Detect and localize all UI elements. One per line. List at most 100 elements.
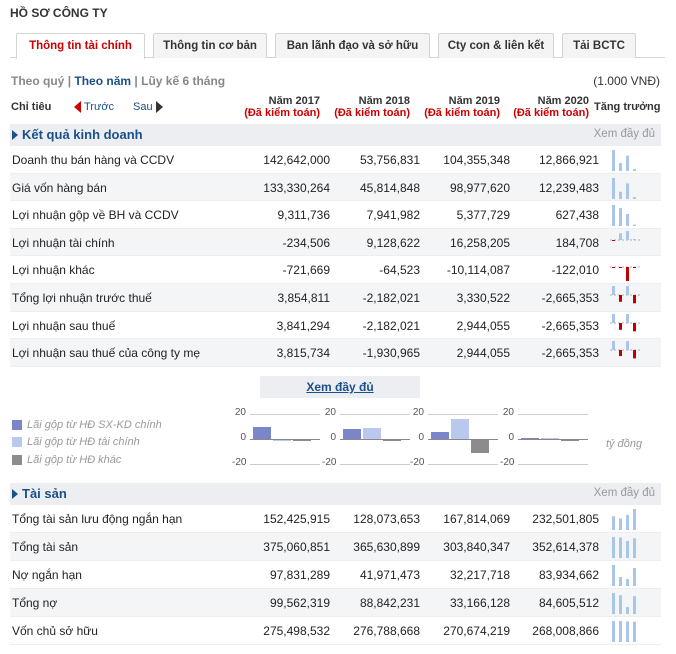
cell-value: 128,073,653: [353, 512, 420, 526]
sparkline-bar: [633, 169, 636, 171]
sparkline-bar: [633, 238, 636, 240]
page-title: HỒ SƠ CÔNG TY: [10, 6, 108, 20]
sparkline-bar: [612, 621, 615, 642]
legend-item: Lãi gộp từ HĐ SX-KD chính: [12, 419, 162, 431]
mini-bar: [383, 440, 401, 441]
cell-value: 97,831,289: [269, 568, 330, 582]
axis-tick-label: 0: [508, 432, 514, 443]
cell-value: 3,815,734: [276, 346, 330, 361]
growth-sparkline: [612, 565, 636, 586]
sparkline-bar: [612, 537, 615, 558]
cell-value: 5,377,729: [456, 208, 510, 223]
growth-sparkline: [610, 230, 640, 241]
cell-value: 12,239,483: [538, 180, 599, 195]
section-assets: Tài sản Xem đầy đủ: [10, 483, 661, 505]
view-all-link[interactable]: Xem đầy đủ: [306, 380, 373, 394]
sparkline-bar: [633, 322, 636, 331]
tab-leadership[interactable]: Ban lãnh đạo và sở hữu: [275, 33, 430, 58]
gridline: [428, 464, 498, 465]
gridline: [340, 414, 410, 415]
cell-value: 167,814,069: [443, 512, 510, 526]
cell-value: -122,010: [551, 263, 599, 278]
cell-value: -234,506: [282, 235, 330, 250]
view-all-link[interactable]: Xem đầy đủ: [594, 128, 655, 140]
year-headers: Năm 2017 (Đã kiểm toán) Năm 2018 (Đã kiểm …: [0, 95, 676, 123]
table-row: Tổng tài sản lưu động ngắn hạn 152,425,91…: [10, 505, 661, 533]
sparkline-bar: [619, 595, 622, 614]
sparkline-bar: [626, 540, 629, 558]
sparkline-bar: [612, 267, 615, 269]
sparkline-bar: [612, 565, 615, 586]
row-label: Tổng tài sản lưu động ngắn hạn: [12, 512, 183, 526]
sparkline-bar: [619, 163, 622, 171]
table-row: Tổng lợi nhuận trước thuế 3,854,811 -2,182…: [10, 284, 661, 312]
legend-label: Lãi gộp từ HĐ tài chính: [27, 436, 140, 448]
mini-bar: [541, 438, 559, 439]
filter-year[interactable]: Theo năm: [74, 74, 131, 88]
filter-ytd[interactable]: Lũy kế 6 tháng: [141, 74, 225, 88]
cell-value: -2,665,353: [541, 291, 599, 305]
sparkline-bar: [626, 286, 629, 295]
gridline: [518, 414, 588, 415]
cell-value: 627,438: [555, 208, 599, 223]
sparkline-bar: [619, 518, 622, 530]
mini-bar-chart: 20 0 -20: [410, 407, 500, 472]
cell-value: 9,311,736: [277, 208, 331, 223]
axis-tick-label: 0: [330, 432, 336, 443]
tab-download-reports[interactable]: Tải BCTC: [562, 33, 636, 58]
cell-value: 33,166,128: [449, 596, 510, 610]
sparkline-bar: [633, 538, 636, 558]
sparkline-bar: [619, 322, 622, 330]
growth-sparkline: [612, 537, 636, 558]
filter-sep: |: [134, 74, 138, 88]
cell-value: -2,665,353: [541, 346, 599, 361]
gridline: [250, 414, 320, 415]
table-row: Lợi nhuận gộp về BH và CCDV 9,311,736 7,94…: [10, 201, 661, 229]
legend-swatch: [12, 455, 22, 466]
growth-sparkline: [612, 177, 636, 199]
cell-value: 375,060,851: [263, 540, 330, 554]
sparkline-bar: [626, 230, 629, 240]
cell-value: -2,182,021: [362, 291, 420, 305]
mini-bar: [253, 427, 271, 439]
sparkline-bar: [612, 516, 615, 530]
sparkline-bar: [626, 214, 629, 227]
row-label: Lợi nhuận sau thuế của công ty mẹ: [12, 346, 200, 361]
cell-value: 99,562,319: [269, 596, 330, 610]
sparkline-bar: [612, 177, 615, 199]
view-all-link[interactable]: Xem đầy đủ: [594, 487, 655, 499]
mini-bar: [521, 438, 539, 439]
tab-financial-info[interactable]: Thông tin tài chính: [16, 33, 145, 59]
table-row: Vốn chủ sở hữu 275,498,532 276,788,668 270,…: [10, 617, 661, 645]
growth-sparkline: [612, 621, 636, 642]
filter-quarter[interactable]: Theo quý: [11, 74, 64, 88]
axis-tick-label: -20: [410, 457, 425, 468]
sparkline-bar: [612, 239, 615, 241]
sparkline-bar: [626, 579, 629, 586]
cell-value: -1,930,965: [362, 346, 420, 361]
sparkline-bar: [612, 313, 615, 323]
row-label: Nợ ngắn hạn: [12, 568, 82, 582]
mini-bar: [343, 429, 361, 439]
tab-basic-info[interactable]: Thông tin cơ bản: [153, 33, 267, 58]
axis-tick-label: 20: [412, 407, 424, 418]
axis-tick-label: -20: [232, 457, 247, 468]
row-label: Lợi nhuận tài chính: [12, 235, 115, 250]
table-row: Lợi nhuận sau thuế 3,841,294 -2,182,021 2,9…: [10, 312, 661, 340]
sparkline-bar: [633, 267, 636, 269]
legend-label: Lãi gộp từ HĐ SX-KD chính: [27, 419, 162, 431]
tab-subsidiaries[interactable]: Cty con & liên kết: [438, 33, 554, 58]
axis-tick-label: 20: [502, 407, 514, 418]
cell-value: 98,977,620: [449, 180, 510, 195]
mini-bar: [431, 432, 449, 439]
growth-sparkline: [612, 150, 636, 171]
sparkline-bar: [626, 621, 629, 642]
cell-value: 7,941,982: [366, 208, 420, 223]
cell-value: 104,355,348: [443, 153, 510, 167]
caret-right-icon: [12, 489, 18, 499]
mini-bar-chart: 20 0 -20: [500, 407, 590, 472]
year-col: Năm 2018 (Đã kiểm toán): [334, 95, 410, 119]
growth-sparkline: [612, 205, 636, 227]
sparkline-bar: [633, 350, 636, 359]
sparkline-bar: [619, 295, 622, 302]
